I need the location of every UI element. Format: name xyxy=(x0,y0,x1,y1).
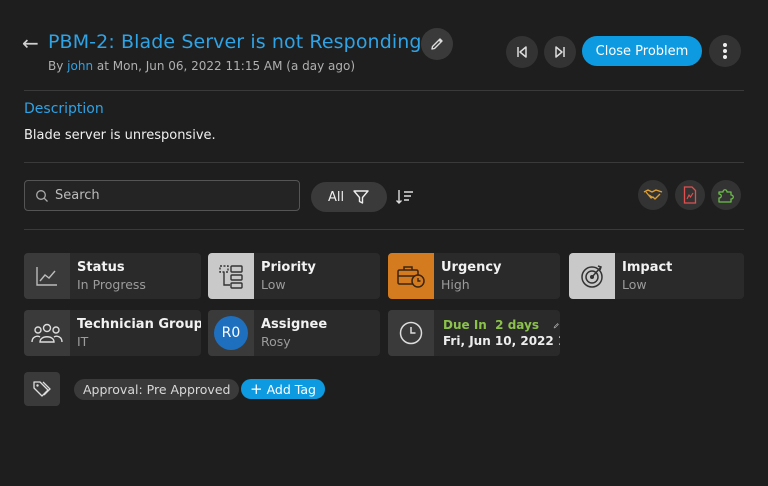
pencil-icon xyxy=(431,38,443,50)
add-tag-button[interactable]: + Add Tag xyxy=(241,379,325,399)
due-value: Fri, Jun 10, 2022 11:11 xyxy=(443,334,560,348)
skip-previous-icon xyxy=(517,46,527,58)
close-problem-button[interactable]: Close Problem xyxy=(582,36,702,66)
handshake-icon xyxy=(643,189,663,200)
urgency-icon-box xyxy=(388,253,434,299)
search-icon xyxy=(36,189,48,202)
pdf-file-icon xyxy=(683,186,697,204)
tags-icon xyxy=(33,381,51,397)
due-label: Due In 2 days xyxy=(443,318,539,332)
funnel-icon xyxy=(353,190,369,204)
edit-title-button[interactable] xyxy=(421,28,453,60)
edit-due-icon[interactable] xyxy=(553,319,560,332)
plus-icon: + xyxy=(250,379,263,398)
priority-value: Low xyxy=(261,277,286,292)
target-icon xyxy=(581,265,603,288)
urgency-value: High xyxy=(441,277,470,292)
pdf-button[interactable] xyxy=(675,180,705,210)
back-arrow-icon[interactable]: ← xyxy=(22,32,44,54)
previous-button[interactable] xyxy=(506,36,538,68)
technician-group-card[interactable]: Technician Group IT xyxy=(24,310,201,356)
technician-group-icon-box xyxy=(24,310,70,356)
filter-label: All xyxy=(327,189,345,205)
urgency-card[interactable]: Urgency High xyxy=(388,253,560,299)
assignee-value: Rosy xyxy=(261,334,291,349)
status-value: In Progress xyxy=(77,277,146,292)
add-tag-label: Add Tag xyxy=(266,381,316,397)
description-label: Description xyxy=(24,101,104,117)
tags-button[interactable] xyxy=(24,372,60,406)
priority-label: Priority xyxy=(261,260,316,275)
due-card[interactable]: Due In 2 days Fri, Jun 10, 2022 11:11 xyxy=(388,310,560,356)
tag-chip[interactable]: Approval: Pre Approved xyxy=(74,379,240,400)
urgency-label: Urgency xyxy=(441,260,502,275)
assignee-card[interactable]: R0 Assignee Rosy xyxy=(208,310,380,356)
author-link[interactable]: john xyxy=(67,59,93,73)
description-text: Blade server is unresponsive. xyxy=(24,128,216,143)
byline: By john at Mon, Jun 06, 2022 11:15 AM (a… xyxy=(48,59,356,73)
status-icon-box xyxy=(24,253,70,299)
clock-icon xyxy=(399,321,423,345)
briefcase-clock-icon xyxy=(397,266,425,288)
handshake-button[interactable] xyxy=(638,180,668,210)
impact-label: Impact xyxy=(622,260,673,275)
search-box xyxy=(24,180,300,211)
sort-icon xyxy=(396,190,413,204)
integrations-button[interactable] xyxy=(711,180,741,210)
status-label: Status xyxy=(77,260,125,275)
technician-group-label: Technician Group xyxy=(77,317,201,332)
page-title: PBM-2: Blade Server is not Responding xyxy=(48,31,422,53)
impact-card[interactable]: Impact Low xyxy=(569,253,744,299)
assignee-icon-box: R0 xyxy=(208,310,254,356)
avatar: R0 xyxy=(214,316,248,350)
impact-icon-box xyxy=(569,253,615,299)
priority-card[interactable]: Priority Low xyxy=(208,253,380,299)
divider xyxy=(24,90,744,91)
status-card[interactable]: Status In Progress xyxy=(24,253,201,299)
impact-value: Low xyxy=(622,277,647,292)
due-icon-box xyxy=(388,310,434,356)
sort-button[interactable] xyxy=(394,186,416,208)
search-input[interactable] xyxy=(55,188,285,203)
filter-button[interactable]: All xyxy=(311,182,387,212)
skip-next-icon xyxy=(555,46,565,58)
trend-chart-icon xyxy=(36,267,57,286)
next-button[interactable] xyxy=(544,36,576,68)
technician-group-value: IT xyxy=(77,334,89,349)
assignee-label: Assignee xyxy=(261,317,328,332)
divider xyxy=(24,229,744,230)
group-icon xyxy=(31,323,63,343)
priority-icon-box xyxy=(208,253,254,299)
priority-flow-icon xyxy=(219,265,243,289)
puzzle-icon xyxy=(718,189,734,203)
divider xyxy=(24,162,744,163)
more-vertical-icon xyxy=(723,43,727,59)
more-options-button[interactable] xyxy=(709,35,741,67)
